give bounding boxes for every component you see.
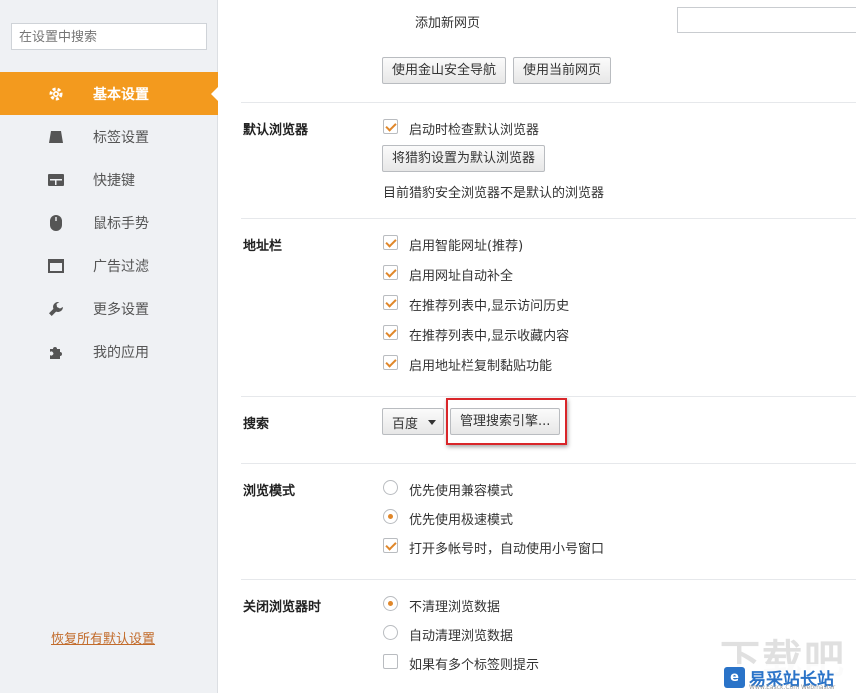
section-title-default-browser: 默认浏览器 xyxy=(243,123,309,138)
warn-multi-tab-checkbox[interactable] xyxy=(383,654,398,669)
sidebar-item-label: 更多设置 xyxy=(93,302,149,318)
url-autocomplete-label: 启用网址自动补全 xyxy=(409,269,514,284)
clear-data-label: 自动清理浏览数据 xyxy=(409,629,514,644)
use-kingsoft-nav-button[interactable]: 使用金山安全导航 xyxy=(382,57,507,84)
check-default-on-start-checkbox[interactable] xyxy=(383,119,398,134)
wrench-icon xyxy=(47,300,65,318)
divider xyxy=(241,463,856,464)
fast-mode-radio[interactable] xyxy=(383,509,398,524)
url-autocomplete-checkbox[interactable] xyxy=(383,265,398,280)
add-new-page-label: 添加新网页 xyxy=(415,16,481,31)
use-current-page-button[interactable]: 使用当前网页 xyxy=(513,57,612,84)
sidebar-item-label: 鼠标手势 xyxy=(93,216,149,232)
divider xyxy=(241,396,856,397)
show-history-checkbox[interactable] xyxy=(383,295,398,310)
puzzle-icon xyxy=(47,343,65,361)
set-default-browser-button[interactable]: 将猎豹设置为默认浏览器 xyxy=(382,145,546,172)
mouse-icon xyxy=(47,214,65,232)
highlight-box xyxy=(446,398,567,445)
keep-data-radio[interactable] xyxy=(383,596,398,611)
keyboard-icon xyxy=(47,171,65,189)
multi-account-label: 打开多帐号时，自动使用小号窗口 xyxy=(409,542,605,557)
show-favorites-checkbox[interactable] xyxy=(383,325,398,340)
multi-account-checkbox[interactable] xyxy=(383,538,398,553)
warn-multi-tab-label: 如果有多个标签则提示 xyxy=(409,658,540,673)
gear-icon xyxy=(47,85,65,103)
show-favorites-label: 在推荐列表中,显示收藏内容 xyxy=(409,329,570,344)
settings-search-input[interactable] xyxy=(11,23,207,50)
default-browser-status: 目前猎豹安全浏览器不是默认的浏览器 xyxy=(383,186,605,201)
sidebar-item-label: 快捷键 xyxy=(93,173,135,189)
window-icon xyxy=(47,257,65,275)
check-default-on-start-label: 启动时检查默认浏览器 xyxy=(409,123,540,138)
sidebar-item-more-settings[interactable]: 更多设置 xyxy=(0,287,218,330)
search-engine-value: 百度 xyxy=(392,417,419,432)
sidebar-item-shortcuts[interactable]: 快捷键 xyxy=(0,158,218,201)
site-logo-icon: e xyxy=(724,667,745,688)
smart-url-label: 启用智能网址(推荐) xyxy=(409,239,524,254)
settings-nav: 基本设置 标签设置 快捷键 鼠标手势 广告过滤 更多设置 我的应用 xyxy=(0,72,219,373)
tab-icon xyxy=(47,128,65,146)
section-title-browse-mode: 浏览模式 xyxy=(243,484,296,499)
sidebar-item-my-apps[interactable]: 我的应用 xyxy=(0,330,218,373)
sidebar-item-label: 基本设置 xyxy=(93,87,149,103)
watermark-badge: e 易采站长站 Www.Easck.Com Webmaster xyxy=(722,664,856,693)
divider xyxy=(241,218,856,219)
compat-mode-label: 优先使用兼容模式 xyxy=(409,484,514,499)
chevron-down-icon xyxy=(428,420,436,425)
new-page-url-input[interactable] xyxy=(677,7,856,33)
clear-data-radio[interactable] xyxy=(383,625,398,640)
sidebar-item-label: 标签设置 xyxy=(93,130,149,146)
section-title-search: 搜索 xyxy=(243,417,270,432)
show-history-label: 在推荐列表中,显示访问历史 xyxy=(409,299,570,314)
copy-paste-checkbox[interactable] xyxy=(383,355,398,370)
compat-mode-radio[interactable] xyxy=(383,480,398,495)
divider xyxy=(241,579,856,580)
fast-mode-label: 优先使用极速模式 xyxy=(409,513,514,528)
search-engine-select[interactable]: 百度 xyxy=(382,408,444,435)
sidebar-item-label: 我的应用 xyxy=(93,345,149,361)
section-title-address-bar: 地址栏 xyxy=(243,239,283,254)
sidebar-item-tab-settings[interactable]: 标签设置 xyxy=(0,115,218,158)
settings-sidebar: 基本设置 标签设置 快捷键 鼠标手势 广告过滤 xyxy=(0,0,219,693)
divider xyxy=(241,102,856,103)
section-title-on-close: 关闭浏览器时 xyxy=(243,600,322,615)
sidebar-item-basic-settings[interactable]: 基本设置 xyxy=(0,72,219,115)
keep-data-label: 不清理浏览数据 xyxy=(409,600,501,615)
copy-paste-label: 启用地址栏复制黏贴功能 xyxy=(409,359,553,374)
sidebar-item-label: 广告过滤 xyxy=(93,259,149,275)
smart-url-checkbox[interactable] xyxy=(383,235,398,250)
watermark-url: Www.Easck.Com Webmaster xyxy=(749,684,836,691)
sidebar-item-mouse-gestures[interactable]: 鼠标手势 xyxy=(0,201,218,244)
restore-defaults-link[interactable]: 恢复所有默认设置 xyxy=(51,628,155,647)
sidebar-item-ad-filter[interactable]: 广告过滤 xyxy=(0,244,218,287)
